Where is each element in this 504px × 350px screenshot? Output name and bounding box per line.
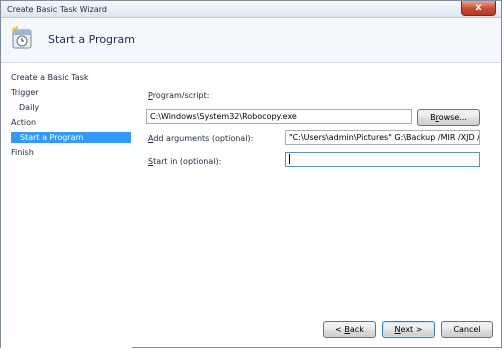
cancel-button[interactable]: Cancel	[441, 321, 493, 338]
window-title: Create Basic Task Wizard	[7, 5, 107, 14]
wizard-window: Create Basic Task Wizard x Start a Progr…	[0, 0, 502, 349]
add-arguments-input[interactable]: "C:\Users\admin\Pictures" G:\Backup /MIR…	[285, 130, 480, 145]
browse-button[interactable]: Browse...	[417, 109, 480, 126]
wizard-header: Start a Program	[1, 19, 501, 63]
nav-item-start-a-program: Start a Program	[11, 132, 131, 143]
close-button[interactable]: x	[461, 1, 496, 16]
add-arguments-label: Add arguments (optional):	[148, 134, 254, 143]
start-in-input[interactable]	[285, 152, 480, 167]
program-script-label: Program/script:	[148, 91, 210, 100]
nav-item-action: Action	[11, 118, 37, 127]
close-icon: x	[475, 2, 482, 13]
task-scheduler-clock-icon	[11, 26, 32, 49]
nav-item-finish: Finish	[11, 148, 34, 157]
text-caret	[289, 154, 290, 164]
next-button[interactable]: Next >	[382, 321, 435, 338]
nav-item-create-basic-task: Create a Basic Task	[11, 73, 89, 82]
nav-item-trigger: Trigger	[11, 88, 39, 97]
nav-item-daily: Daily	[19, 103, 40, 112]
program-script-input[interactable]: C:\Windows\System32\Robocopy.exe	[146, 109, 412, 124]
wizard-step-list: Create a Basic Task Trigger Daily Action…	[1, 64, 132, 349]
title-bar[interactable]: Create Basic Task Wizard x	[1, 1, 501, 18]
start-in-label: Start in (optional):	[148, 157, 222, 166]
page-title: Start a Program	[48, 33, 136, 46]
back-button[interactable]: < Back	[323, 321, 376, 338]
